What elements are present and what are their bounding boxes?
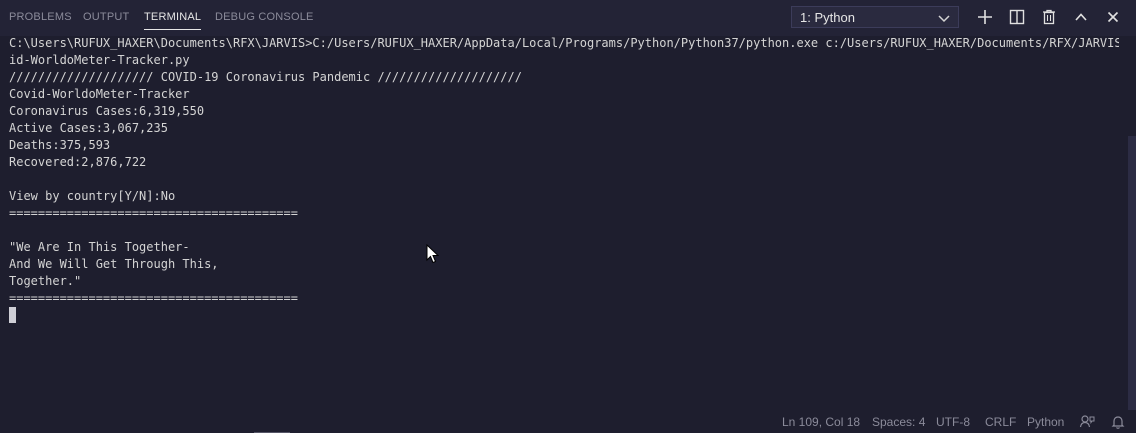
status-bar: Ln 109, Col 18 Spaces: 4 UTF-8 CRLF Pyth…	[0, 411, 1136, 433]
tab-terminal-label: TERMINAL	[144, 11, 202, 23]
terminal-line: id-WorldoMeter-Tracker.py	[9, 53, 190, 67]
terminal-line: Coronavirus Cases:6,319,550	[9, 104, 205, 118]
tab-debug-console[interactable]: DEBUG CONSOLE	[215, 11, 314, 23]
terminal-line: View by country[Y/N]:No	[9, 189, 176, 203]
tab-output[interactable]: OUTPUT	[83, 11, 129, 23]
terminal-line: Deaths:375,593	[9, 138, 111, 152]
active-tab-indicator	[144, 29, 202, 30]
close-icon[interactable]	[1104, 8, 1122, 26]
tab-terminal[interactable]: TERMINAL	[144, 11, 202, 30]
terminal-line: Recovered:2,876,722	[9, 155, 147, 169]
mouse-pointer-icon	[426, 244, 439, 264]
terminal-select-dropdown[interactable]: 1: Python	[791, 6, 959, 28]
chevron-up-icon[interactable]	[1072, 8, 1090, 26]
terminal-scrollbar[interactable]	[1128, 136, 1136, 410]
plus-icon[interactable]	[976, 8, 994, 26]
panel-header: PROBLEMS OUTPUT TERMINAL DEBUG CONSOLE 1…	[0, 0, 1136, 36]
chevron-down-icon	[937, 12, 951, 23]
status-eol[interactable]: CRLF	[985, 415, 1016, 429]
terminal-cursor	[9, 307, 16, 323]
terminal-line: Covid-WorldoMeter-Tracker	[9, 87, 190, 101]
terminal-select-value: 1: Python	[800, 10, 855, 25]
terminal-line: ========================================	[9, 206, 298, 220]
status-cursor-position[interactable]: Ln 109, Col 18	[782, 415, 860, 429]
feedback-icon[interactable]	[1079, 414, 1095, 430]
terminal-line: ========================================	[9, 291, 298, 305]
terminal-line: "We Are In This Together-	[9, 240, 190, 254]
terminal-line: And We Will Get Through This,	[9, 257, 219, 271]
terminal-line: //////////////////// COVID-19 Coronaviru…	[9, 70, 522, 84]
terminal-line: Together."	[9, 274, 82, 288]
split-terminal-icon[interactable]	[1008, 8, 1026, 26]
status-indentation[interactable]: Spaces: 4	[872, 415, 925, 429]
status-encoding[interactable]: UTF-8	[936, 415, 970, 429]
trash-icon[interactable]	[1040, 8, 1058, 26]
bell-icon[interactable]	[1110, 414, 1126, 430]
status-language[interactable]: Python	[1027, 415, 1064, 429]
terminal-line: Active Cases:3,067,235	[9, 121, 168, 135]
terminal-line: C:\Users\RUFUX_HAXER\Documents\RFX\JARVI…	[9, 36, 1119, 50]
terminal-output[interactable]: C:\Users\RUFUX_HAXER\Documents\RFX\JARVI…	[9, 35, 1119, 307]
tab-problems[interactable]: PROBLEMS	[9, 11, 72, 23]
